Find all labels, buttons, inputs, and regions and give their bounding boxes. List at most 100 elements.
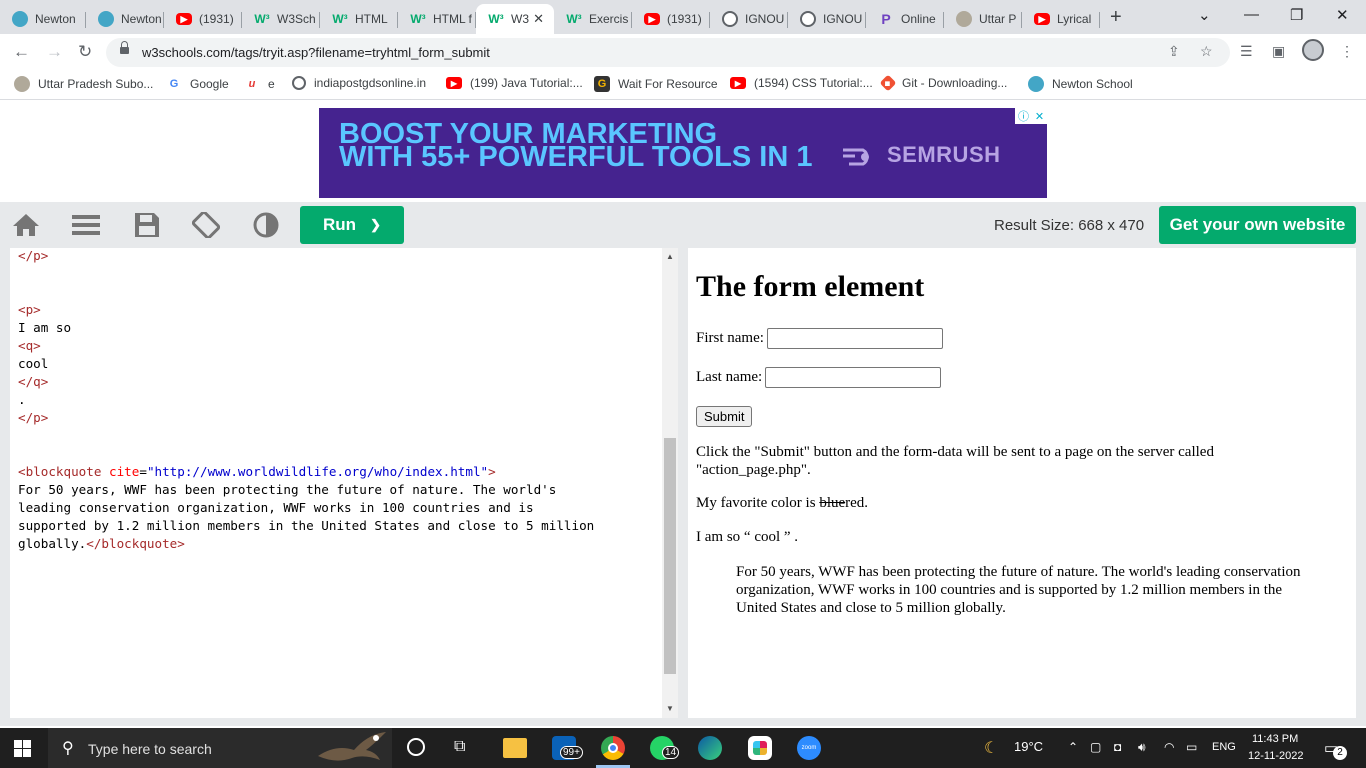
code-line[interactable] [18,427,594,445]
code-line[interactable] [18,445,594,463]
share-icon[interactable]: ⇪ [1168,43,1180,60]
wifi-icon[interactable]: ◠ [1164,740,1174,754]
code-line[interactable]: </q> [18,373,594,391]
code-line[interactable]: globally.</blockquote> [18,535,594,553]
edge-icon[interactable] [698,736,722,760]
browser-tab[interactable]: W³ Exercis [554,4,632,34]
code-line[interactable]: cool [18,355,594,373]
code-line[interactable]: I am so [18,319,594,337]
meet-now-icon[interactable]: ◘ [1114,740,1121,754]
browser-tab[interactable]: IGNOU [788,4,866,34]
scroll-down-icon[interactable]: ▼ [666,704,674,713]
code-editor[interactable]: </p> <p> I am so <q> cool </q>. </p> <blockqu… [10,248,678,718]
clock-time[interactable]: 11:43 PM [1252,733,1298,745]
dark-mode-icon[interactable] [252,212,280,238]
code-line[interactable]: <q> [18,337,594,355]
bookmark-item[interactable]: Newton School [1028,76,1133,92]
back-icon[interactable]: ← [13,42,30,62]
browser-tab-active[interactable]: W³ W3 ✕ [476,4,554,34]
code-line[interactable]: leading conservation organization, WWF w… [18,499,594,517]
zoom-icon[interactable]: zoom [797,736,821,760]
info-icon[interactable]: ⓘ [1018,108,1029,124]
browser-tab[interactable]: W³ W3Sch [242,4,320,34]
mail-app-icon[interactable]: 99+ [552,736,583,760]
profile-avatar[interactable] [1302,39,1324,61]
code-line[interactable]: </p> [18,248,594,265]
save-icon[interactable] [133,212,161,238]
code-line[interactable] [18,283,594,301]
code-content[interactable]: </p> <p> I am so <q> cool </q>. </p> <blockqu… [18,248,594,553]
window-close-icon[interactable]: ✕ [1336,6,1349,24]
code-line[interactable]: <blockquote cite="http://www.worldwildli… [18,463,594,481]
get-your-own-website-button[interactable]: Get your own website [1159,206,1356,244]
code-line[interactable]: supported by 1.2 million members in the … [18,517,594,535]
bookmark-star-icon[interactable]: ☆ [1200,43,1213,60]
cortana-icon[interactable] [407,738,425,756]
more-menu-icon[interactable]: ⋮ [1340,43,1354,60]
side-panel-icon[interactable]: ▣ [1272,43,1285,60]
lock-icon[interactable] [120,41,129,56]
scrollbar-thumb[interactable] [664,438,676,674]
forward-icon[interactable]: → [46,42,63,62]
chrome-icon[interactable] [601,736,625,760]
chevron-down-icon[interactable]: ⌄ [1198,6,1211,24]
editor-scrollbar[interactable]: ▲ ▼ [662,248,678,718]
run-button[interactable]: Run ❯ [300,206,404,244]
bookmark-item[interactable]: indiapostgdsonline.in [292,76,426,90]
menu-icon[interactable] [72,212,100,238]
bookmark-item[interactable]: G Wait For Resource [594,76,718,92]
file-explorer-icon[interactable] [503,738,527,758]
bookmark-item[interactable]: Uttar Pradesh Subo... [14,76,153,92]
url-text[interactable]: w3schools.com/tags/tryit.asp?filename=tr… [142,45,490,60]
last-name-input[interactable] [765,367,942,388]
network-status-icon[interactable]: ▢ [1090,740,1101,754]
chevron-up-icon[interactable]: ⌃ [1068,740,1078,754]
clock-date[interactable]: 12-11-2022 [1248,750,1303,762]
ad-choices[interactable]: ⓘ ✕ [1015,108,1047,124]
restore-icon[interactable]: ❐ [1290,6,1303,24]
code-line[interactable]: </p> [18,409,594,427]
language-indicator[interactable]: ENG [1212,741,1236,753]
scroll-up-icon[interactable]: ▲ [666,252,674,261]
browser-tab[interactable]: Newton [0,4,86,34]
browser-tab[interactable]: IGNOU [710,4,788,34]
first-name-input[interactable] [766,328,943,349]
browser-tab[interactable]: W³ HTML f [398,4,476,34]
taskbar-search-box[interactable]: ⚲ Type here to search [48,728,392,768]
reload-icon[interactable]: ↻ [78,42,92,62]
slack-icon[interactable] [748,736,772,760]
reading-list-icon[interactable]: ☰ [1240,43,1253,60]
new-tab-icon[interactable]: + [1110,6,1122,29]
whatsapp-icon[interactable]: 14 [650,736,680,760]
advertisement-banner[interactable]: BOOST YOUR MARKETING WITH 55+ POWERFUL T… [319,108,1047,198]
browser-tab[interactable]: Uttar P [944,4,1022,34]
browser-tab[interactable]: ▶ Lyrical [1022,4,1100,34]
submit-button[interactable]: Submit [696,406,753,427]
code-line[interactable] [18,265,594,283]
volume-icon[interactable]: 🔊︎ [1138,740,1146,755]
code-line[interactable]: For 50 years, WWF has been protecting th… [18,481,594,499]
browser-tab[interactable]: W³ HTML [320,4,398,34]
bookmark-item[interactable]: G Google [166,76,229,92]
bookmark-item[interactable]: ◆ Git - Downloading... [879,74,1007,92]
rotate-layout-icon[interactable] [192,212,220,238]
windows-start-icon[interactable] [14,740,31,757]
address-bar[interactable]: w3schools.com/tags/tryit.asp?filename=tr… [106,38,1230,67]
battery-icon[interactable]: ▭ [1186,740,1197,754]
bookmark-item[interactable]: ▶ (199) Java Tutorial:... [446,76,583,90]
weather-moon-icon[interactable]: ☾ [984,738,998,758]
close-icon[interactable]: ✕ [1035,110,1044,123]
bookmark-item[interactable]: ▶ (1594) CSS Tutorial:... [730,76,873,90]
bookmark-item[interactable]: ue [244,76,275,92]
browser-tab[interactable]: ▶ (1931) [632,4,710,34]
home-icon[interactable] [12,212,40,238]
task-view-icon[interactable]: ⧉ [454,738,465,756]
weather-temperature[interactable]: 19°C [1014,739,1043,754]
code-line[interactable]: . [18,391,594,409]
browser-tab[interactable]: ▶ (1931) [164,4,242,34]
minimize-icon[interactable]: — [1244,6,1259,23]
browser-tab[interactable]: P Online [866,4,944,34]
close-icon[interactable]: ✕ [533,11,544,27]
code-line[interactable]: <p> [18,301,594,319]
search-placeholder[interactable]: Type here to search [88,741,212,757]
